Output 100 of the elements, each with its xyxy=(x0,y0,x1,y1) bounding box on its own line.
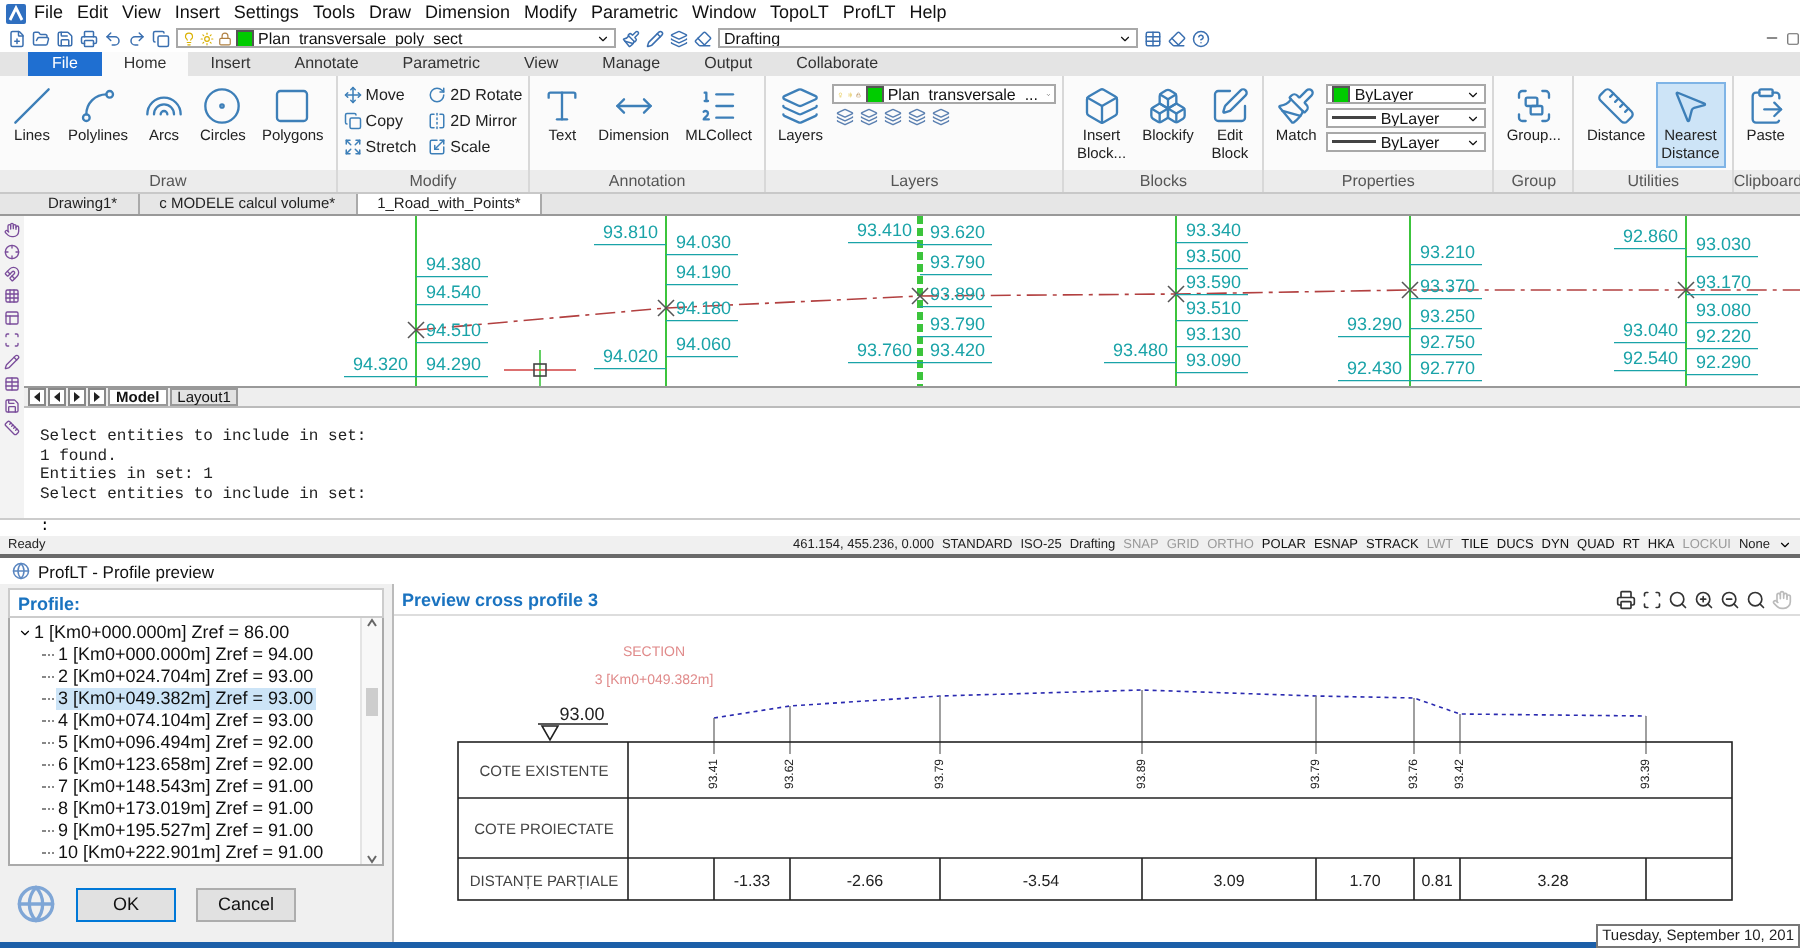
zoom-previous-icon[interactable] xyxy=(1746,589,1766,610)
navigation-button[interactable] xyxy=(28,388,46,407)
layer-dropdown[interactable]: Plan_transversale_poly_sect xyxy=(176,28,616,49)
tree-item[interactable]: 8 [Km0+173.019m] Zref = 91.00 xyxy=(56,798,316,821)
ruler-icon[interactable] xyxy=(4,420,20,437)
pencil-icon[interactable] xyxy=(646,29,664,48)
tree-item[interactable]: 9 [Km0+195.527m] Zref = 91.00 xyxy=(56,820,316,843)
restore-icon[interactable] xyxy=(1786,31,1800,46)
tree-item[interactable]: 1 [Km0+000.000m] Zref = 94.00 xyxy=(56,644,316,667)
layer-dropdown[interactable]: Plan_transversale_... xyxy=(832,84,1057,105)
save-icon[interactable] xyxy=(4,398,20,415)
station-line xyxy=(1645,715,1647,755)
ribbon-button[interactable]: 2D Mirror xyxy=(428,108,523,135)
tree-item[interactable]: 4 [Km0+074.104m] Zref = 93.00 xyxy=(56,710,316,733)
ribbon-button[interactable]: Copy xyxy=(343,108,417,135)
ribbon-tab[interactable]: Annotate xyxy=(272,52,381,77)
zoom-in-icon[interactable] xyxy=(1694,589,1714,610)
menu-item[interactable]: Parametric xyxy=(585,0,685,26)
elevation-label: 93.790 xyxy=(930,252,986,273)
new-file-icon[interactable] xyxy=(8,29,26,48)
elevation-label: 93.760 xyxy=(856,340,912,361)
dialog-button[interactable]: Cancel xyxy=(196,887,296,922)
navigation-button[interactable] xyxy=(68,388,86,407)
layout-icon[interactable] xyxy=(4,310,20,327)
grid-icon[interactable] xyxy=(4,288,20,305)
ribbon-tab[interactable]: File xyxy=(28,52,102,77)
navigation-button[interactable] xyxy=(48,388,66,407)
menu-item[interactable]: Window xyxy=(686,0,763,26)
navigation-button[interactable] xyxy=(88,388,106,407)
eraser-icon[interactable] xyxy=(694,29,712,48)
scroll-thumb[interactable] xyxy=(366,687,378,716)
table-icon[interactable] xyxy=(4,376,20,393)
undo-icon[interactable] xyxy=(104,29,122,48)
eraser-icon[interactable] xyxy=(1168,29,1186,48)
menu-item[interactable]: Edit xyxy=(71,0,115,26)
ribbon-tab[interactable]: Insert xyxy=(188,52,273,77)
scroll-up-icon[interactable] xyxy=(366,618,378,629)
ribbon-tab[interactable]: Output xyxy=(682,52,775,77)
menu-item[interactable]: Dimension xyxy=(418,0,516,26)
redo-icon[interactable] xyxy=(128,29,146,48)
open-folder-icon[interactable] xyxy=(32,29,50,48)
ribbon-tab[interactable]: Manage xyxy=(580,52,683,77)
workspace-dropdown[interactable]: Drafting xyxy=(718,28,1138,49)
zoom-window-icon[interactable] xyxy=(1668,589,1688,610)
tree-item[interactable]: 2 [Km0+024.704m] Zref = 93.00 xyxy=(56,666,316,689)
scrollbar[interactable] xyxy=(360,618,382,865)
copy-icon[interactable] xyxy=(152,29,170,48)
menu-item[interactable]: Help xyxy=(903,0,953,26)
menu-item[interactable]: File xyxy=(28,0,70,26)
linetype-dropdown[interactable]: ByLayer xyxy=(1326,132,1487,153)
lightbulb-icon xyxy=(838,87,844,102)
table-icon[interactable] xyxy=(1144,29,1162,48)
dropdown-caret-icon[interactable] xyxy=(1778,538,1792,553)
crosshair-icon[interactable] xyxy=(4,244,20,261)
scroll-down-icon[interactable] xyxy=(366,854,378,865)
color-dropdown[interactable]: ByLayer xyxy=(1326,84,1487,105)
ribbon-tab[interactable]: Collaborate xyxy=(774,52,901,77)
tree-item[interactable]: 3 [Km0+049.382m] Zref = 93.00 xyxy=(56,688,316,711)
menu-item[interactable]: Modify xyxy=(518,0,584,26)
menu-item[interactable]: ProfLT xyxy=(836,0,902,26)
menu-item[interactable]: TopoLT xyxy=(764,0,835,26)
zoom-extents-icon[interactable] xyxy=(1642,589,1662,610)
print-icon[interactable] xyxy=(1616,589,1636,610)
ribbon-tab[interactable]: View xyxy=(501,52,581,77)
elevation-label: 93.810 xyxy=(602,222,658,243)
pointer-icon xyxy=(1670,86,1711,127)
layers-icon[interactable] xyxy=(670,29,688,48)
cross-marker-icon xyxy=(1167,285,1185,304)
menu-item[interactable]: Insert xyxy=(168,0,226,26)
leader-line xyxy=(1175,372,1249,374)
tree-item[interactable]: 7 [Km0+148.543m] Zref = 91.00 xyxy=(56,776,316,799)
ribbon-tab[interactable]: Parametric xyxy=(380,52,502,77)
ribbon-button[interactable]: Stretch xyxy=(343,134,417,161)
zoom-out-icon[interactable] xyxy=(1720,589,1740,610)
tree-item[interactable]: 5 [Km0+096.494m] Zref = 92.00 xyxy=(56,732,316,755)
menu-item[interactable]: Settings xyxy=(227,0,305,26)
ribbon-button[interactable]: 2D Rotate xyxy=(428,82,523,109)
linetype-dropdown[interactable]: ByLayer xyxy=(1326,108,1487,129)
hand-icon[interactable] xyxy=(4,222,20,239)
elevation-label: 93.290 xyxy=(1346,314,1402,335)
tree-item[interactable]: 6 [Km0+123.658m] Zref = 92.00 xyxy=(56,754,316,777)
scan-icon[interactable] xyxy=(4,332,20,349)
save-icon[interactable] xyxy=(56,29,74,48)
menu-item[interactable]: Tools xyxy=(306,0,361,26)
paintbrush-icon[interactable] xyxy=(622,29,640,48)
pencil-icon[interactable] xyxy=(4,354,20,371)
help-icon[interactable] xyxy=(1192,29,1210,48)
ribbon-button[interactable]: Scale xyxy=(428,134,523,161)
tree-item[interactable]: 10 [Km0+222.901m] Zref = 91.00 xyxy=(56,842,326,865)
elevation-label: 92.290 xyxy=(1696,352,1752,373)
ribbon-button[interactable]: Move xyxy=(343,82,417,109)
tree-item[interactable]: 1 [Km0+000.000m] Zref = 86.00 xyxy=(32,622,292,645)
collapse-caret-icon[interactable] xyxy=(18,626,32,641)
ribbon-tab[interactable]: Home xyxy=(101,52,189,77)
menu-item[interactable]: View xyxy=(116,0,167,26)
sun-icon xyxy=(200,31,214,46)
dialog-button[interactable]: OK xyxy=(76,887,176,922)
elevation-label: 93.040 xyxy=(1622,320,1678,341)
magnet-icon[interactable] xyxy=(4,266,20,283)
menu-item[interactable]: Draw xyxy=(362,0,417,26)
